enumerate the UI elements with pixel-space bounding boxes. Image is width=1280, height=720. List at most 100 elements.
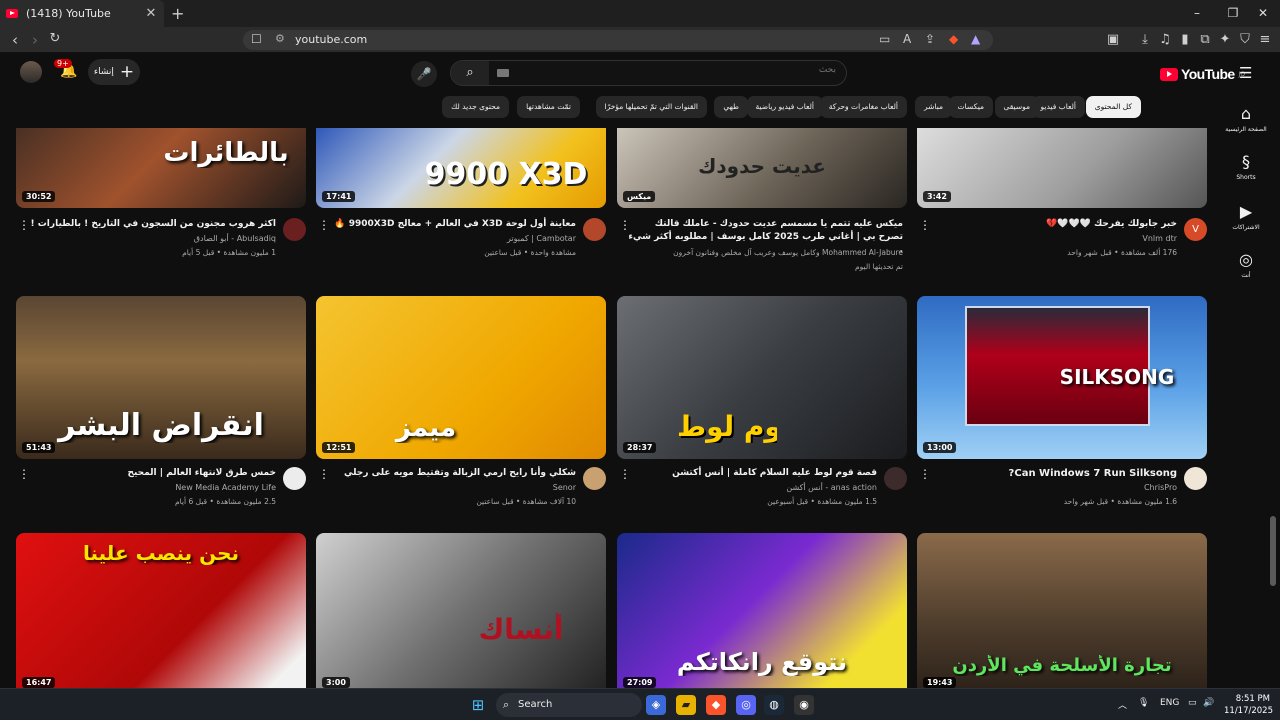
video-title[interactable]: قصة قوم لوط عليه السلام كاملة | أنس أكتش… <box>627 467 877 480</box>
microphone-icon[interactable]: 🎙 <box>1138 698 1149 708</box>
close-tab-icon[interactable]: ✕ <box>144 6 158 21</box>
chip-music[interactable]: موسيقى <box>994 96 1039 118</box>
new-tab-button[interactable]: + <box>171 4 185 23</box>
music-icon[interactable]: ♫ <box>1157 32 1173 47</box>
bookmark-icon[interactable]: ☐ <box>251 32 262 46</box>
file-explorer-icon[interactable]: ▰ <box>676 695 696 715</box>
video-thumbnail[interactable]: قوم لوط 28:37 <box>617 296 907 459</box>
menu-icon[interactable]: ≡ <box>1257 32 1273 47</box>
chip-mixes[interactable]: ميكسات <box>948 96 993 118</box>
steam-icon[interactable]: ◍ <box>764 695 784 715</box>
taskbar-search[interactable]: ⌕ Search <box>496 693 642 717</box>
leo-ai-icon[interactable]: ✦ <box>1217 32 1233 47</box>
video-thumbnail[interactable]: نحن ينصب علينا 16:47 <box>16 533 306 688</box>
discord-icon[interactable]: ◎ <box>736 695 756 715</box>
create-button[interactable]: إنشاء + <box>88 59 140 85</box>
sidebar-icon[interactable]: ▮ <box>1177 32 1193 47</box>
channel-avatar[interactable] <box>283 218 306 241</box>
network-icon[interactable]: ▭ <box>1188 698 1197 708</box>
close-window-button[interactable]: ✕ <box>1246 0 1280 27</box>
reload-icon[interactable]: ↻ <box>46 31 64 46</box>
video-thumbnail[interactable]: أنساك 3:00 <box>316 533 606 688</box>
back-icon[interactable]: ‹ <box>6 31 24 49</box>
minimize-button[interactable]: – <box>1180 0 1214 27</box>
rail-shorts[interactable]: § Shorts <box>1222 152 1270 181</box>
chip-sports-games[interactable]: ألعاب فيديو رياضية <box>746 96 823 118</box>
video-title[interactable]: معاينة أول لوحة X3D في العالم + معالج 99… <box>326 218 576 231</box>
page-scrollbar[interactable] <box>1270 516 1276 586</box>
video-thumbnail[interactable]: انقراض البشر 51:43 <box>16 296 306 459</box>
download-icon[interactable]: ⤓ <box>1137 32 1153 47</box>
system-clock[interactable]: 8:51 PM 11/17/2025 <box>1224 693 1273 717</box>
youtube-favicon-icon <box>6 9 18 18</box>
extensions-icon[interactable]: ⧉ <box>1197 32 1213 47</box>
video-thumbnail[interactable]: تجارة الأسلحة في الأردن 19:43 <box>917 533 1207 688</box>
channel-name[interactable]: ChrisPro <box>927 483 1177 492</box>
chip-all[interactable]: كل المحتوى <box>1085 96 1141 118</box>
channel-name[interactable]: anas action - أنس أكشن <box>627 483 877 492</box>
app-icon[interactable]: ◉ <box>794 695 814 715</box>
chip-watched[interactable]: تمّت مشاهدتها <box>517 96 580 118</box>
search-icon[interactable]: ⌕ <box>451 61 489 85</box>
video-title[interactable]: خبر جابولك يفرحك 🤍🤍🤍💔 <box>927 218 1177 231</box>
brave-rewards-icon[interactable]: ▲ <box>971 32 980 46</box>
chip-cooking[interactable]: طهي <box>714 96 748 118</box>
youtube-logo[interactable]: YouTube JO <box>1160 66 1245 82</box>
video-thumbnail[interactable]: ميمز 12:51 <box>316 296 606 459</box>
video-title[interactable]: Can Windows 7 Run Silksong? <box>927 467 1177 480</box>
keyboard-icon[interactable] <box>497 69 509 77</box>
volume-icon[interactable]: 🔊 <box>1203 698 1214 708</box>
voice-search-icon[interactable]: 🎤 <box>411 61 437 87</box>
chip-action-adventure[interactable]: ألعاب مغامرات وحركة <box>819 96 907 118</box>
maximize-button[interactable]: ❐ <box>1216 0 1250 27</box>
channel-avatar[interactable]: V <box>1184 218 1207 241</box>
chip-live[interactable]: مباشر <box>915 96 952 118</box>
youtube-header: 🔔 9+ إنشاء + 🎤 ⌕ YouTube JO ☰ <box>0 53 1280 93</box>
video-thumbnail[interactable]: عديت حدودك ميكس <box>617 128 907 208</box>
video-thumbnail[interactable]: نتوقع رانكاتكم 27:09 <box>617 533 907 688</box>
chip-new-to-you[interactable]: محتوى جديد لك <box>442 96 509 118</box>
channel-avatar[interactable] <box>283 467 306 490</box>
guide-menu-icon[interactable]: ☰ <box>1239 64 1252 82</box>
url-bar[interactable]: ☐ ⚙ youtube.com ▭ A ⇪ ◆ ▲ <box>243 30 993 50</box>
browser-tab[interactable]: (1418) YouTube ✕ <box>0 0 164 27</box>
video-thumbnail[interactable]: SILKSONG 13:00 <box>917 296 1207 459</box>
channel-avatar[interactable] <box>583 467 606 490</box>
cast-icon[interactable]: ▭ <box>879 32 890 46</box>
channel-avatar[interactable] <box>583 218 606 241</box>
share-icon[interactable]: ⇪ <box>925 32 935 46</box>
rail-home[interactable]: ⌂ الصفحة الرئيسية <box>1222 104 1270 133</box>
brave-browser-icon[interactable]: ◆ <box>706 695 726 715</box>
rail-subscriptions[interactable]: ▶ الاشتراكات <box>1222 202 1270 231</box>
video-thumbnail[interactable]: 3:42 <box>917 128 1207 208</box>
language-indicator[interactable]: ENG <box>1160 698 1179 708</box>
channel-name[interactable]: Abulsadiq - أبو الصادق <box>26 234 276 243</box>
channel-name[interactable]: Vnlm dtr <box>927 234 1177 243</box>
translate-icon[interactable]: A <box>903 32 911 46</box>
channel-name[interactable]: Cambotar | كمبوتر <box>326 234 576 243</box>
show-hidden-icons[interactable]: ︿ <box>1118 698 1127 711</box>
video-thumbnail[interactable]: بالطائرات 30:52 <box>16 128 306 208</box>
account-avatar[interactable] <box>20 61 42 83</box>
chip-video-games[interactable]: ألعاب فيديو <box>1031 96 1085 118</box>
brave-shields-icon[interactable]: ◆ <box>949 32 958 46</box>
channel-avatar[interactable] <box>884 467 907 490</box>
video-thumbnail[interactable]: 9900 X3D 17:41 <box>316 128 606 208</box>
channel-name[interactable]: Mohammed Al-Jabure وكامل يوسف وعريب آل م… <box>628 248 903 257</box>
vpn-icon[interactable]: ⛉ <box>1237 32 1253 47</box>
copilot-icon[interactable]: ◈ <box>646 695 666 715</box>
video-title[interactable]: شكلي وأنا رايح ارمي الزبالة وتفتيط مويه … <box>326 467 576 480</box>
rail-you[interactable]: ◎ أنت <box>1222 250 1270 279</box>
wallet-icon[interactable]: ▣ <box>1105 32 1121 47</box>
chip-recently-uploaded[interactable]: القنوات التي تمّ تحميلها مؤخرًا <box>595 96 707 118</box>
search-input[interactable] <box>536 65 836 75</box>
forward-icon[interactable]: › <box>26 31 44 49</box>
video-title[interactable]: خمس طرق لانتهاء العالم | المحيح <box>26 467 277 480</box>
search-box[interactable]: ⌕ <box>450 60 847 86</box>
channel-name[interactable]: Senor <box>326 483 576 492</box>
start-icon[interactable]: ⊞ <box>468 695 488 715</box>
channel-avatar[interactable] <box>1184 467 1207 490</box>
site-info-icon[interactable]: ⚙ <box>275 32 285 45</box>
video-title[interactable]: اكثر هروب مجنون من السجون في التاريخ ! ب… <box>26 218 276 231</box>
channel-name[interactable]: New Media Academy Life <box>26 483 276 492</box>
